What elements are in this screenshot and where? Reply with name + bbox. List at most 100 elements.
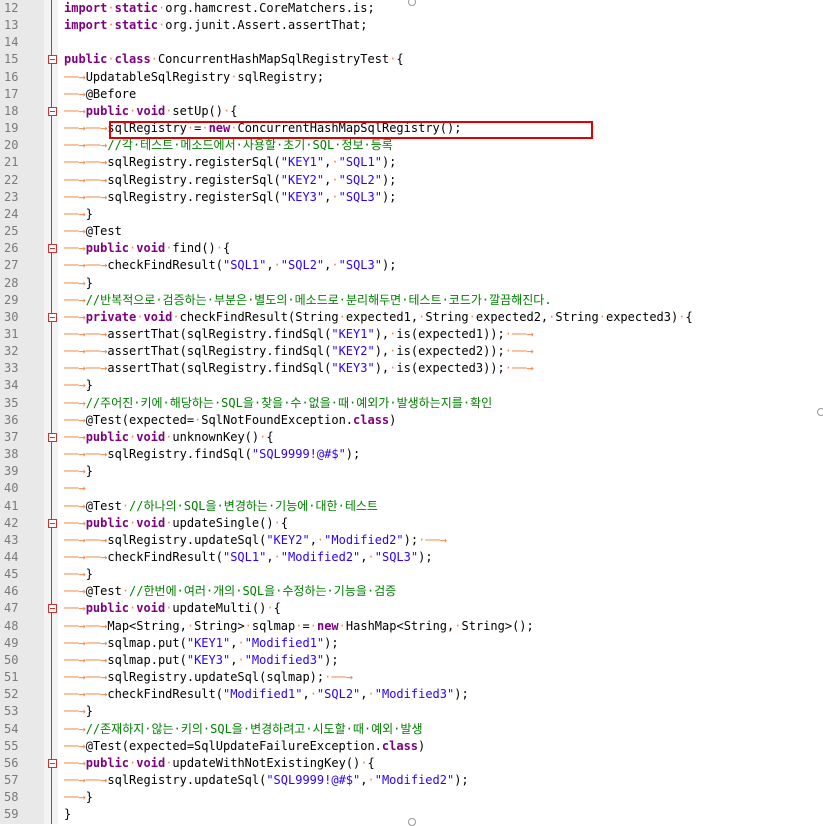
fold-toggle-icon[interactable] [48, 106, 57, 116]
code-line[interactable]: 58 ──→} [0, 789, 823, 806]
code-line[interactable]: 57 ──→──→sqlRegistry.updateSql("SQL9999!@… [0, 772, 823, 789]
code-token: //주어진·키에·해당하는·SQL을·찾을·수·없을·때·예외가·발생하는지를·… [85, 395, 493, 410]
code-token: ──→ [85, 618, 108, 633]
code-token: void [136, 755, 166, 770]
code-token: expected3) [605, 309, 679, 324]
code-token: { [367, 755, 375, 770]
code-token: "KEY2" [266, 532, 310, 547]
code-line[interactable]: 24 ──→} [0, 206, 823, 223]
code-line[interactable]: 45 ──→} [0, 566, 823, 583]
code-text: ──→──→sqlRegistry.registerSql("KEY2",·"S… [64, 172, 396, 189]
line-number: 22 [4, 172, 19, 187]
code-token: · [215, 241, 224, 256]
code-line[interactable]: 48 ──→──→Map<String,·String>·sqlmap·=·new… [0, 618, 823, 635]
code-token: public [64, 52, 108, 67]
code-line[interactable]: 55 ──→@Test(expected=SqlUpdateFailureExce… [0, 738, 823, 755]
line-number: 37 [4, 429, 19, 444]
code-text: ──→──→checkFindResult("SQL1",·"Modified2… [64, 549, 433, 566]
fold-toggle-icon[interactable] [48, 758, 57, 768]
code-token: ──→ [85, 189, 108, 204]
code-token: · [273, 550, 281, 564]
code-token: sqlRegistry.findSql( [107, 447, 252, 462]
code-token: ──→ [85, 155, 108, 170]
code-line[interactable]: 52 ──→──→checkFindResult("Modified1",·"SQ… [0, 686, 823, 703]
fold-toggle-icon[interactable] [48, 244, 57, 254]
resize-handle-right[interactable] [817, 408, 823, 416]
code-token: } [85, 704, 93, 719]
code-line[interactable]: 49 ──→──→sqlmap.put("KEY1",·"Modified1"); [0, 635, 823, 652]
code-line[interactable]: 31 ──→──→assertThat(sqlRegistry.findSql("… [0, 326, 823, 343]
code-line[interactable]: 18 ──→public·void·setUp()·{ [0, 103, 823, 120]
code-line[interactable]: 14 [0, 34, 823, 51]
code-token: assertThat(sqlRegistry.findSql( [107, 326, 332, 341]
code-token: · [598, 309, 606, 324]
code-token: · [454, 618, 462, 633]
code-token: · [309, 618, 317, 633]
code-line[interactable]: 30 ──→private·void·checkFindResult(String… [0, 309, 823, 326]
code-token: checkFindResult( [107, 687, 223, 702]
code-line[interactable]: 32 ──→──→assertThat(sqlRegistry.findSql("… [0, 343, 823, 360]
code-line[interactable]: 51 ──→──→sqlRegistry.updateSql(sqlmap);·─… [0, 669, 823, 686]
code-token: is(expected3)); [396, 361, 505, 376]
code-token: ──→ [85, 652, 108, 667]
line-number: 19 [4, 121, 19, 136]
code-line[interactable]: 43 ──→──→sqlRegistry.updateSql("KEY2",·"M… [0, 532, 823, 549]
fold-toggle-icon[interactable] [48, 518, 57, 528]
code-line[interactable]: 54 ──→//존재하지·않는·키의·SQL을·변경하려고·시도할·때·예외·발생 [0, 721, 823, 738]
code-token: ·──→ [504, 326, 534, 341]
code-line[interactable]: 15 public·class·ConcurrentHashMapSqlRegis… [0, 51, 823, 68]
code-line[interactable]: 23 ──→──→sqlRegistry.registerSql("KEY3",·… [0, 189, 823, 206]
code-line[interactable]: 27 ──→──→checkFindResult("SQL1",·"SQL2",·… [0, 257, 823, 274]
code-token: · [107, 18, 115, 33]
line-number: 25 [4, 224, 19, 239]
fold-toggle-icon[interactable] [48, 55, 57, 65]
code-line[interactable]: 25 ──→@Test [0, 223, 823, 240]
code-line[interactable]: 34 ──→} [0, 377, 823, 394]
code-token: ), [374, 344, 390, 359]
code-line[interactable]: 37 ──→public·void·unknownKey()·{ [0, 429, 823, 446]
code-token: } [85, 790, 93, 805]
code-line[interactable]: 21 ──→──→sqlRegistry.registerSql("KEY1",·… [0, 154, 823, 171]
code-token: · [468, 309, 476, 324]
code-line[interactable]: 17 ──→@Before [0, 86, 823, 103]
code-token: ──→ [64, 498, 86, 513]
code-line[interactable]: 56 ──→public·void·updateWithNotExistingKe… [0, 755, 823, 772]
code-line[interactable]: 53 ──→} [0, 703, 823, 720]
code-line[interactable]: 40 ──→ [0, 480, 823, 497]
fold-toggle-icon[interactable] [48, 432, 57, 442]
code-line[interactable]: 26 ──→public·void·find()·{ [0, 240, 823, 257]
code-line[interactable]: 20 ──→──→//각·테스트·메소드에서·사용할·초기·SQL·정보·등록 [0, 137, 823, 154]
code-line[interactable]: 38 ──→──→sqlRegistry.findSql("SQL9999!@#$… [0, 446, 823, 463]
fold-toggle-icon[interactable] [48, 312, 57, 322]
code-token: "Modified3" [374, 687, 455, 702]
code-token: ──→ [64, 121, 86, 136]
code-line[interactable]: 33 ──→──→assertThat(sqlRegistry.findSql("… [0, 360, 823, 377]
fold-toggle-icon[interactable] [48, 604, 57, 614]
code-token: ──→ [64, 601, 86, 616]
code-line[interactable]: 36 ──→@Test(expected=·SqlNotFoundExceptio… [0, 412, 823, 429]
code-line[interactable]: 16 ──→UpdatableSqlRegistry·sqlRegistry; [0, 69, 823, 86]
code-token: · [107, 1, 115, 15]
code-token: , [266, 550, 274, 564]
code-token: org.junit.Assert.assertThat; [165, 18, 368, 33]
code-line[interactable]: 46 ──→@Test·//한번에·여러·개의·SQL을·수정하는·기능을·검증 [0, 583, 823, 600]
code-line[interactable]: 28 ──→} [0, 275, 823, 292]
resize-handle-bottom[interactable] [408, 818, 416, 826]
code-text: ──→@Test(expected=·SqlNotFoundException.… [64, 412, 396, 429]
code-editor[interactable]: 12 import·static·org.hamcrest.CoreMatcher… [0, 0, 823, 826]
code-line[interactable]: 22 ──→──→sqlRegistry.registerSql("KEY2",·… [0, 172, 823, 189]
code-line[interactable]: 42 ──→public·void·updateSingle()·{ [0, 515, 823, 532]
code-token: updateSingle() [172, 515, 274, 530]
code-line[interactable]: 39 ──→} [0, 463, 823, 480]
code-line[interactable]: 47 ──→public·void·updateMulti()·{ [0, 600, 823, 617]
code-line[interactable]: 29 ──→//반복적으로·검증하는·부분은·별도의·메소드로·분리해두면·테스트… [0, 292, 823, 309]
code-line[interactable]: 13 import·static·org.junit.Assert.assertT… [0, 17, 823, 34]
line-number: 54 [4, 721, 19, 736]
code-token: public [85, 515, 130, 530]
code-line[interactable]: 50 ──→──→sqlmap.put("KEY3",·"Modified3"); [0, 652, 823, 669]
code-line[interactable]: 44 ──→──→checkFindResult("SQL1",·"Modifie… [0, 549, 823, 566]
code-token: ──→ [64, 429, 86, 444]
code-line[interactable]: 35 ──→//주어진·키에·해당하는·SQL을·찾을·수·없을·때·예외가·발생… [0, 395, 823, 412]
code-token: //각·테스트·메소드에서·사용할·초기·SQL·정보·등록 [107, 138, 393, 153]
code-line[interactable]: 41 ──→@Test·//하나의·SQL을·변경하는·기능에·대한·테스트 [0, 498, 823, 515]
